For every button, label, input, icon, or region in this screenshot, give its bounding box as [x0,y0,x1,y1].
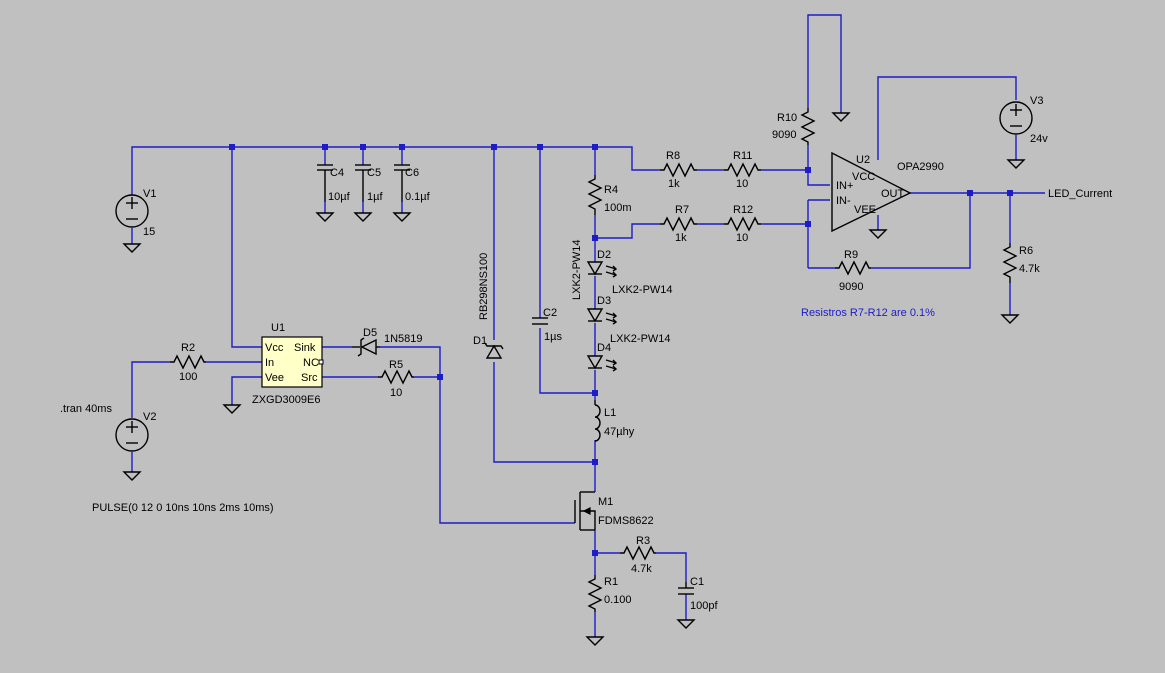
resistor-r2[interactable] [170,354,206,370]
source-v2[interactable] [115,418,149,452]
label-pulse: PULSE(0 12 0 10ns 10ns 2ms 10ms) [92,502,274,514]
label-l1: L1 [604,407,616,419]
label-r2-value: 100 [179,371,197,383]
resistor-r4[interactable] [587,175,603,215]
label-c5-value: 1µf [367,191,383,203]
mosfet-m1[interactable] [574,491,596,531]
label-u2: U2 [856,154,870,166]
resistor-r10[interactable] [800,108,816,145]
label-c4-value: 10µf [328,191,351,203]
net-label-led-current: LED_Current [1048,188,1112,200]
diode-d1[interactable] [484,342,504,359]
label-r10: R10 [777,112,797,124]
label-c6: C6 [405,167,419,179]
label-c1-value: 100pf [690,600,718,612]
labels: V1 15 V2 .tran 40ms PULSE(0 12 0 10ns 10… [60,95,1112,612]
label-r12: R12 [733,204,753,216]
label-d5: D5 [363,327,377,339]
label-c1: C1 [690,576,704,588]
label-r9-value: 9090 [839,281,863,293]
label-r5: R5 [389,359,403,371]
pin-u2-out: OUT [881,188,905,200]
pin-u1-vcc: Vcc [265,342,284,354]
diode-d2[interactable] [586,261,618,278]
schematic-canvas: V1 15 V2 .tran 40ms PULSE(0 12 0 10ns 10… [0,0,1165,673]
label-r1-value: 0.100 [604,594,632,606]
label-m1-part: FDMS8622 [598,515,654,527]
label-r7: R7 [675,204,689,216]
pin-u2-vee: VEE [854,204,876,216]
pin-u1-src: Src [301,372,318,384]
label-d1: D1 [473,335,487,347]
pin-u2-inp: IN+ [836,180,853,192]
label-v3: V3 [1030,95,1043,107]
pin-u2-vcc: VCC [852,171,875,183]
label-v2: V2 [143,411,156,423]
label-d3: D3 [597,295,611,307]
label-d4: D4 [597,342,611,354]
label-u1: U1 [271,322,285,334]
label-d2: D2 [597,249,611,261]
label-d1-part: RB298NS100 [478,253,490,320]
label-r6: R6 [1019,245,1033,257]
label-r11-value: 10 [736,178,748,190]
resistor-r7[interactable] [660,216,697,232]
label-u2-part: OPA2990 [897,161,944,173]
label-r2: R2 [181,342,195,354]
resistor-r8[interactable] [660,162,697,178]
label-c6-value: 0.1µf [405,191,431,203]
pin-u2-inm: IN- [836,195,851,207]
label-v1: V1 [143,188,156,200]
diode-d4[interactable] [586,355,618,372]
label-d2-part-vertical: LXK2-PW14 [571,239,583,300]
note-resistors: Resistros R7-R12 are 0.1% [801,307,935,319]
label-m1: M1 [598,496,613,508]
label-c2-value: 1µs [544,331,562,343]
label-r5-value: 10 [390,387,402,399]
label-tran: .tran 40ms [60,403,112,415]
label-r4-value: 100m [604,202,632,214]
label-r1: R1 [604,576,618,588]
label-r10-value: 9090 [772,129,796,141]
label-r7-value: 1k [675,232,687,244]
label-r3: R3 [636,535,650,547]
label-r8-value: 1k [668,178,680,190]
diode-d3[interactable] [586,308,618,325]
label-c5: C5 [367,167,381,179]
label-c2: C2 [543,307,557,319]
resistor-r3[interactable] [620,545,656,561]
label-u1-part: ZXGD3009E6 [252,394,320,406]
label-v1-value: 15 [143,226,155,238]
source-v3[interactable] [999,101,1033,135]
label-d4-part: LXK2-PW14 [610,333,671,345]
label-r4: R4 [604,184,618,196]
inductor-l1[interactable] [594,400,601,442]
label-r12-value: 10 [736,232,748,244]
pin-u1-sink: Sink [294,342,316,354]
label-c4: C4 [330,167,344,179]
label-r3-value: 4.7k [631,563,652,575]
pin-u1-vee: Vee [265,372,284,384]
wires [131,14,1045,637]
resistor-r11[interactable] [724,162,761,178]
resistor-r9[interactable] [835,260,871,276]
label-r11: R11 [733,150,752,162]
pin-u1-nc: NC [303,357,319,369]
label-r8: R8 [666,150,680,162]
label-v3-value: 24v [1030,133,1048,145]
label-d3-part: LXK2-PW14 [612,284,673,296]
resistor-r5[interactable] [378,369,414,385]
pin-u1-in: In [265,357,274,369]
diode-d5[interactable] [352,337,380,357]
label-r9: R9 [844,249,858,261]
schematic-svg: V1 15 V2 .tran 40ms PULSE(0 12 0 10ns 10… [60,14,1112,646]
label-l1-value: 47µhy [604,426,635,438]
label-d5-part: 1N5819 [384,333,423,345]
resistor-r6[interactable] [1002,243,1018,283]
resistor-r12[interactable] [724,216,761,232]
resistor-r1[interactable] [587,575,603,612]
label-r6-value: 4.7k [1019,263,1040,275]
